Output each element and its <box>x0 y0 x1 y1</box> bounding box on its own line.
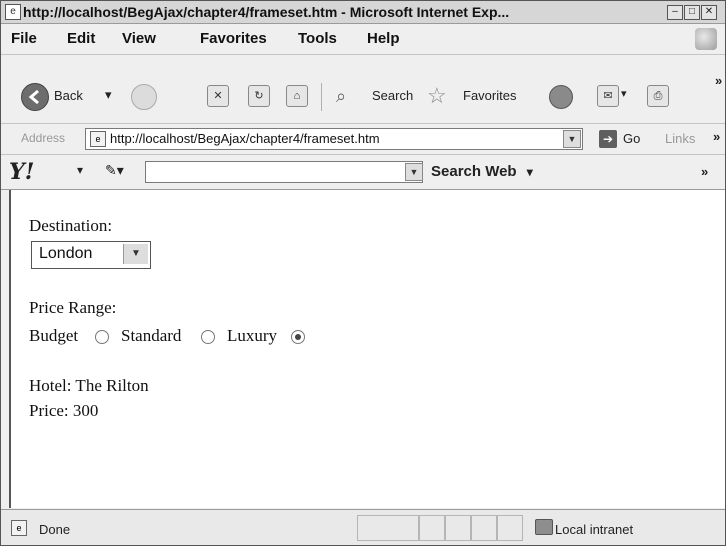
favorites-star-icon: ☆ <box>427 83 447 108</box>
ie-page-icon: e <box>5 4 21 20</box>
maximize-button[interactable]: □ <box>684 5 700 20</box>
history-icon[interactable] <box>549 85 573 109</box>
home-icon[interactable]: ⌂ <box>286 85 308 107</box>
option-standard-label: Standard <box>121 326 182 345</box>
menu-help[interactable]: Help <box>367 30 400 47</box>
status-bar: e Done Local intranet <box>1 509 725 545</box>
toolbar-separator <box>321 83 322 111</box>
mail-icon[interactable]: ✉ <box>597 85 619 107</box>
option-luxury-label: Luxury <box>227 326 278 345</box>
status-pane <box>497 515 523 541</box>
price-range-label: Price Range: <box>29 298 117 317</box>
toolbar-overflow[interactable]: » <box>715 73 722 88</box>
menu-edit[interactable]: Edit <box>67 30 95 47</box>
menu-tools[interactable]: Tools <box>298 30 337 47</box>
page-content: Destination: London ▼ Price Range: Budge… <box>9 190 725 508</box>
title-bar: e http://localhost/BegAjax/chapter4/fram… <box>1 1 725 24</box>
status-text: Done <box>39 522 71 537</box>
close-button[interactable]: ✕ <box>701 5 717 20</box>
yahoo-toolbar: Y! ▾ ✎▾ ▼ Search Web ▾ » <box>1 155 725 190</box>
zone-text: Local intranet <box>555 522 634 537</box>
destination-select[interactable]: London ▼ <box>31 241 151 269</box>
back-dropdown-icon[interactable]: ▾ <box>105 87 112 103</box>
status-pane <box>419 515 445 541</box>
address-bar: Address e http://localhost/BegAjax/chapt… <box>1 124 725 155</box>
browser-window: e http://localhost/BegAjax/chapter4/fram… <box>0 0 726 546</box>
menu-view[interactable]: View <box>122 30 156 47</box>
radio-standard[interactable] <box>201 330 215 344</box>
page-icon: e <box>90 131 106 147</box>
mail-dropdown-icon[interactable]: ▾ <box>621 87 627 100</box>
refresh-icon[interactable]: ↻ <box>248 85 270 107</box>
status-pane <box>357 515 419 541</box>
yahoo-search-dropdown-icon[interactable]: ▼ <box>405 163 423 181</box>
yahoo-overflow[interactable]: » <box>701 164 708 179</box>
minimize-button[interactable]: – <box>667 5 683 20</box>
search-web-label: Search Web <box>431 163 517 180</box>
yahoo-menu-dropdown-icon[interactable]: ▾ <box>77 163 83 177</box>
hotel-text: Hotel: The Rilton <box>29 376 149 395</box>
price-text: Price: 300 <box>29 401 99 420</box>
windows-logo-icon <box>695 28 717 50</box>
window-title: http://localhost/BegAjax/chapter4/frames… <box>23 4 510 20</box>
print-icon[interactable]: ⎙ <box>647 85 669 107</box>
search-button[interactable]: ⌕ Search <box>336 83 422 111</box>
favorites-button[interactable]: ☆ Favorites <box>427 83 533 111</box>
address-input[interactable]: e http://localhost/BegAjax/chapter4/fram… <box>85 128 583 150</box>
chevron-down-icon[interactable]: ▼ <box>123 244 148 264</box>
stop-icon[interactable]: ✕ <box>207 85 229 107</box>
destination-value: London <box>39 245 93 262</box>
ie-page-icon: e <box>11 520 27 536</box>
address-dropdown-icon[interactable]: ▼ <box>563 130 581 148</box>
search-web-button[interactable]: Search Web ▾ <box>431 163 533 180</box>
yahoo-search-input[interactable] <box>145 161 423 183</box>
radio-budget[interactable] <box>95 330 109 344</box>
menu-bar: File Edit View Favorites Tools Help <box>1 24 725 55</box>
yahoo-logo[interactable]: Y! <box>9 159 34 185</box>
menu-file[interactable]: File <box>11 30 37 47</box>
option-budget-label: Budget <box>29 326 79 345</box>
favorites-label: Favorites <box>463 88 517 103</box>
pencil-icon[interactable]: ✎▾ <box>105 162 124 179</box>
search-label: Search <box>372 88 414 103</box>
radio-luxury[interactable] <box>291 330 305 344</box>
go-button[interactable]: Go <box>623 131 640 146</box>
forward-arrow-icon[interactable] <box>131 84 157 110</box>
links-label[interactable]: Links <box>665 131 695 146</box>
search-web-dropdown-icon: ▾ <box>526 165 533 179</box>
address-url: http://localhost/BegAjax/chapter4/frames… <box>110 131 380 146</box>
menu-favorites[interactable]: Favorites <box>200 30 267 47</box>
back-label: Back <box>54 88 83 103</box>
address-overflow[interactable]: » <box>713 129 720 144</box>
back-button[interactable]: Back ▾ <box>21 83 131 111</box>
search-icon: ⌕ <box>336 86 347 106</box>
destination-label: Destination: <box>29 216 113 235</box>
back-arrow-icon <box>21 83 49 111</box>
intranet-icon <box>535 519 553 535</box>
standard-toolbar: Back ▾ ✕ ↻ ⌂ ⌕ Search ☆ Favorites ✉ ▾ ⎙ … <box>1 55 725 124</box>
go-arrow-icon[interactable]: ➔ <box>599 130 617 148</box>
status-pane <box>445 515 471 541</box>
address-label: Address <box>21 131 66 145</box>
status-pane <box>471 515 497 541</box>
